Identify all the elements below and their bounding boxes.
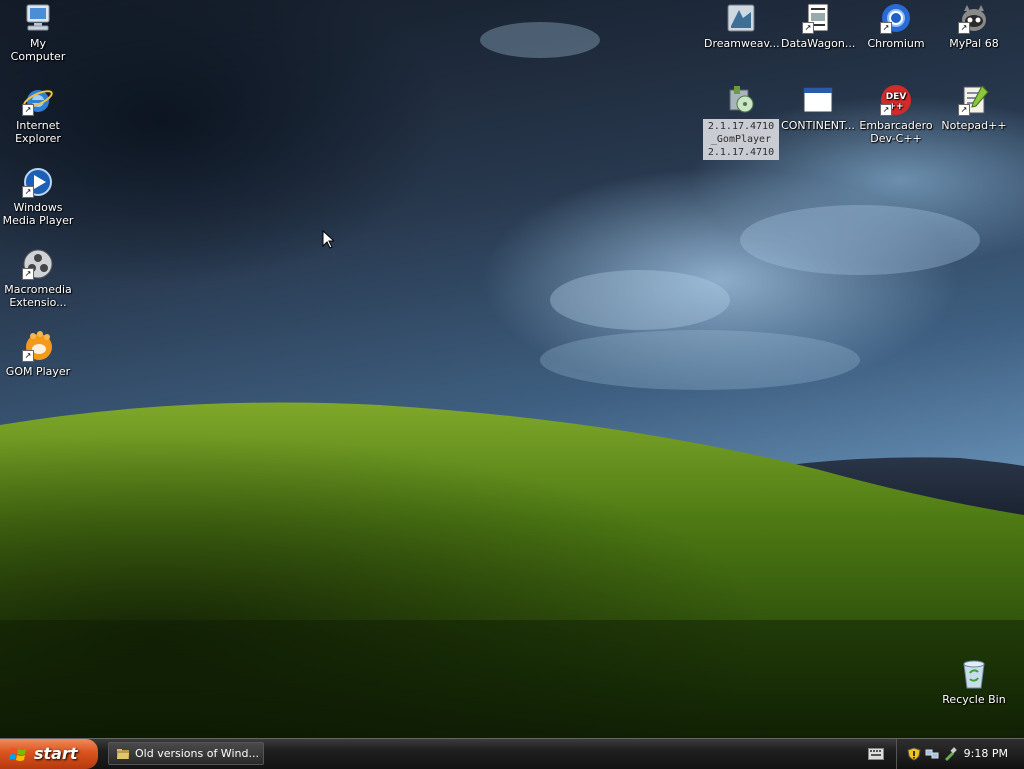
clock[interactable]: 9:18 PM <box>964 739 1008 769</box>
start-label: start <box>34 744 78 763</box>
datawagon-icon: ↗ <box>802 2 834 34</box>
computer-icon <box>22 2 54 34</box>
desktop-icon-continent[interactable]: CONTINENT... <box>780 84 856 132</box>
notepadpp-icon: ↗ <box>958 84 990 116</box>
desktop-icon-chromium[interactable]: ↗ Chromium <box>858 2 934 50</box>
desktop-icon-devcpp[interactable]: DEV ++ ↗ Embarcadero Dev-C++ <box>858 84 934 145</box>
network-icon[interactable] <box>925 747 939 761</box>
window-icon <box>802 84 834 116</box>
icon-label: Windows Media Player <box>2 201 74 227</box>
icon-label: GOM Player <box>5 365 71 378</box>
system-tray: 9:18 PM <box>896 739 1024 769</box>
icon-label: Embarcadero Dev-C++ <box>859 119 933 145</box>
devcpp-icon: DEV ++ ↗ <box>880 84 912 116</box>
media-player-icon: ↗ <box>22 166 54 198</box>
desktop-icon-gomplayer-installer[interactable]: 2.1.17.4710_GomPlayer2.1.17.4710 <box>703 84 779 160</box>
security-shield-icon[interactable] <box>907 747 921 761</box>
desktop-icon-notepadpp[interactable]: ↗ Notepad++ <box>936 84 1012 132</box>
mouse-cursor-icon <box>322 230 334 249</box>
safely-remove-hardware-icon[interactable] <box>943 747 957 761</box>
icon-label: Dreamweav... <box>704 37 780 50</box>
taskbar-window-label: Old versions of Wind... <box>135 747 259 760</box>
taskbar-window-button[interactable]: Old versions of Wind... <box>108 742 264 765</box>
recycle-bin-icon <box>958 658 990 690</box>
desktop-icon-internet-explorer[interactable]: ↗ Internet Explorer <box>0 84 76 145</box>
chromium-icon: ↗ <box>880 2 912 34</box>
desktop-icon-dreamweaver[interactable]: Dreamweav... <box>703 2 780 50</box>
icon-label: 2.1.17.4710_GomPlayer2.1.17.4710 <box>703 119 779 160</box>
desktop-icon-my-computer[interactable]: My Computer <box>0 2 76 63</box>
desktop-icon-mypal[interactable]: ↗ MyPal 68 <box>936 2 1012 50</box>
icon-label: Macromedia Extensio... <box>4 283 72 309</box>
icon-label: CONTINENT... <box>781 119 855 132</box>
windows-flag-icon <box>9 748 26 761</box>
start-button[interactable]: start <box>0 739 98 769</box>
ie-icon: ↗ <box>22 84 54 116</box>
icon-label: Recycle Bin <box>942 693 1006 706</box>
taskbar: start Old versions of Wind... 9:18 PM <box>0 738 1024 769</box>
desktop-icon-recycle-bin[interactable]: Recycle Bin <box>936 658 1012 706</box>
desktop-icon-datawagon[interactable]: ↗ DataWagon... <box>780 2 856 50</box>
icon-label: DataWagon... <box>781 37 856 50</box>
icon-label: MyPal 68 <box>949 37 999 50</box>
macromedia-icon: ↗ <box>22 248 54 280</box>
icon-label: My Computer <box>10 37 66 63</box>
icon-label: Internet Explorer <box>15 119 61 145</box>
desktop-icon-windows-media-player[interactable]: ↗ Windows Media Player <box>0 166 76 227</box>
icon-label: Chromium <box>867 37 925 50</box>
keyboard-icon[interactable] <box>868 748 884 760</box>
gom-icon: ↗ <box>22 330 54 362</box>
dev-badge-text: DEV <box>886 92 907 102</box>
folder-window-icon <box>117 749 129 759</box>
mypal-icon: ↗ <box>958 2 990 34</box>
desktop-icon-macromedia-extension[interactable]: ↗ Macromedia Extensio... <box>0 248 76 309</box>
icon-label: Notepad++ <box>941 119 1007 132</box>
dreamweaver-icon <box>725 2 757 34</box>
installer-icon <box>725 84 757 116</box>
desktop-icon-gom-player[interactable]: ↗ GOM Player <box>0 330 76 378</box>
